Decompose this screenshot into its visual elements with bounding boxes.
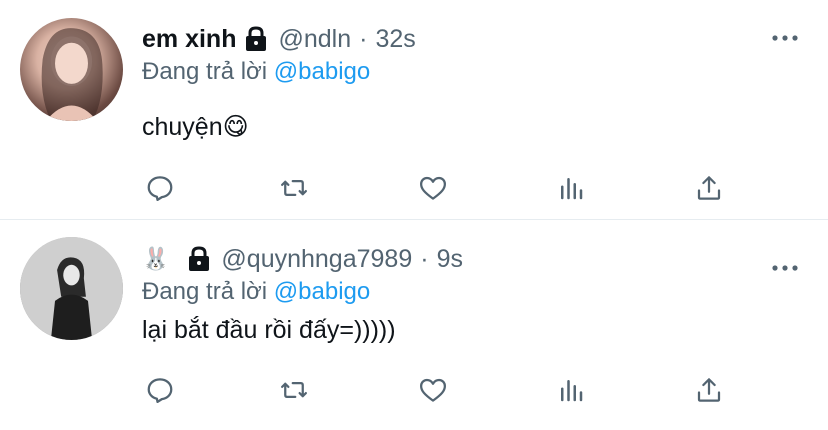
reply-to-handle[interactable]: @babigo — [274, 278, 370, 305]
analytics-icon[interactable] — [553, 372, 589, 408]
reply-icon[interactable] — [142, 170, 178, 206]
share-icon[interactable] — [691, 170, 727, 206]
more-icon[interactable] — [772, 30, 798, 41]
retweet-icon[interactable] — [276, 170, 312, 206]
share-icon[interactable] — [691, 372, 727, 408]
tweet[interactable]: 🐰 @quynhnga7989 · 9s Đang trả lời @babig… — [0, 220, 828, 430]
tweet[interactable]: em xinh @ndln · 32s Đang trả lời @babigo… — [0, 0, 828, 220]
reply-prefix: Đang trả lời — [142, 58, 268, 85]
replying-to: Đang trả lời @babigo — [142, 278, 370, 306]
user-handle[interactable]: @ndln — [278, 25, 351, 54]
lock-icon — [244, 26, 268, 52]
reply-to-handle[interactable]: @babigo — [274, 58, 370, 85]
avatar[interactable] — [20, 237, 123, 340]
reply-icon[interactable] — [142, 372, 178, 408]
display-name[interactable]: 🐰 — [142, 246, 169, 272]
retweet-icon[interactable] — [276, 372, 312, 408]
heart-icon[interactable] — [415, 372, 451, 408]
lock-icon — [187, 246, 211, 272]
replying-to: Đang trả lời @babigo — [142, 58, 370, 86]
analytics-icon[interactable] — [553, 170, 589, 206]
tweet-header: em xinh @ndln · 32s — [142, 22, 416, 56]
tweet-header: 🐰 @quynhnga7989 · 9s — [142, 242, 463, 276]
action-bar — [142, 372, 742, 408]
more-icon[interactable] — [772, 260, 798, 271]
timestamp[interactable]: 9s — [437, 245, 463, 274]
heart-icon[interactable] — [415, 170, 451, 206]
user-handle[interactable]: @quynhnga7989 — [221, 245, 412, 274]
separator-dot: · — [359, 24, 368, 53]
timestamp[interactable]: 32s — [375, 25, 415, 54]
tweet-text: lại bắt đầu rồi đấy=))))) — [142, 316, 396, 344]
separator-dot: · — [420, 244, 429, 273]
avatar[interactable] — [20, 18, 123, 121]
display-name[interactable]: em xinh — [142, 25, 236, 54]
reply-prefix: Đang trả lời — [142, 278, 268, 305]
tweet-text: chuyện😋 — [142, 113, 249, 141]
action-bar — [142, 170, 742, 206]
